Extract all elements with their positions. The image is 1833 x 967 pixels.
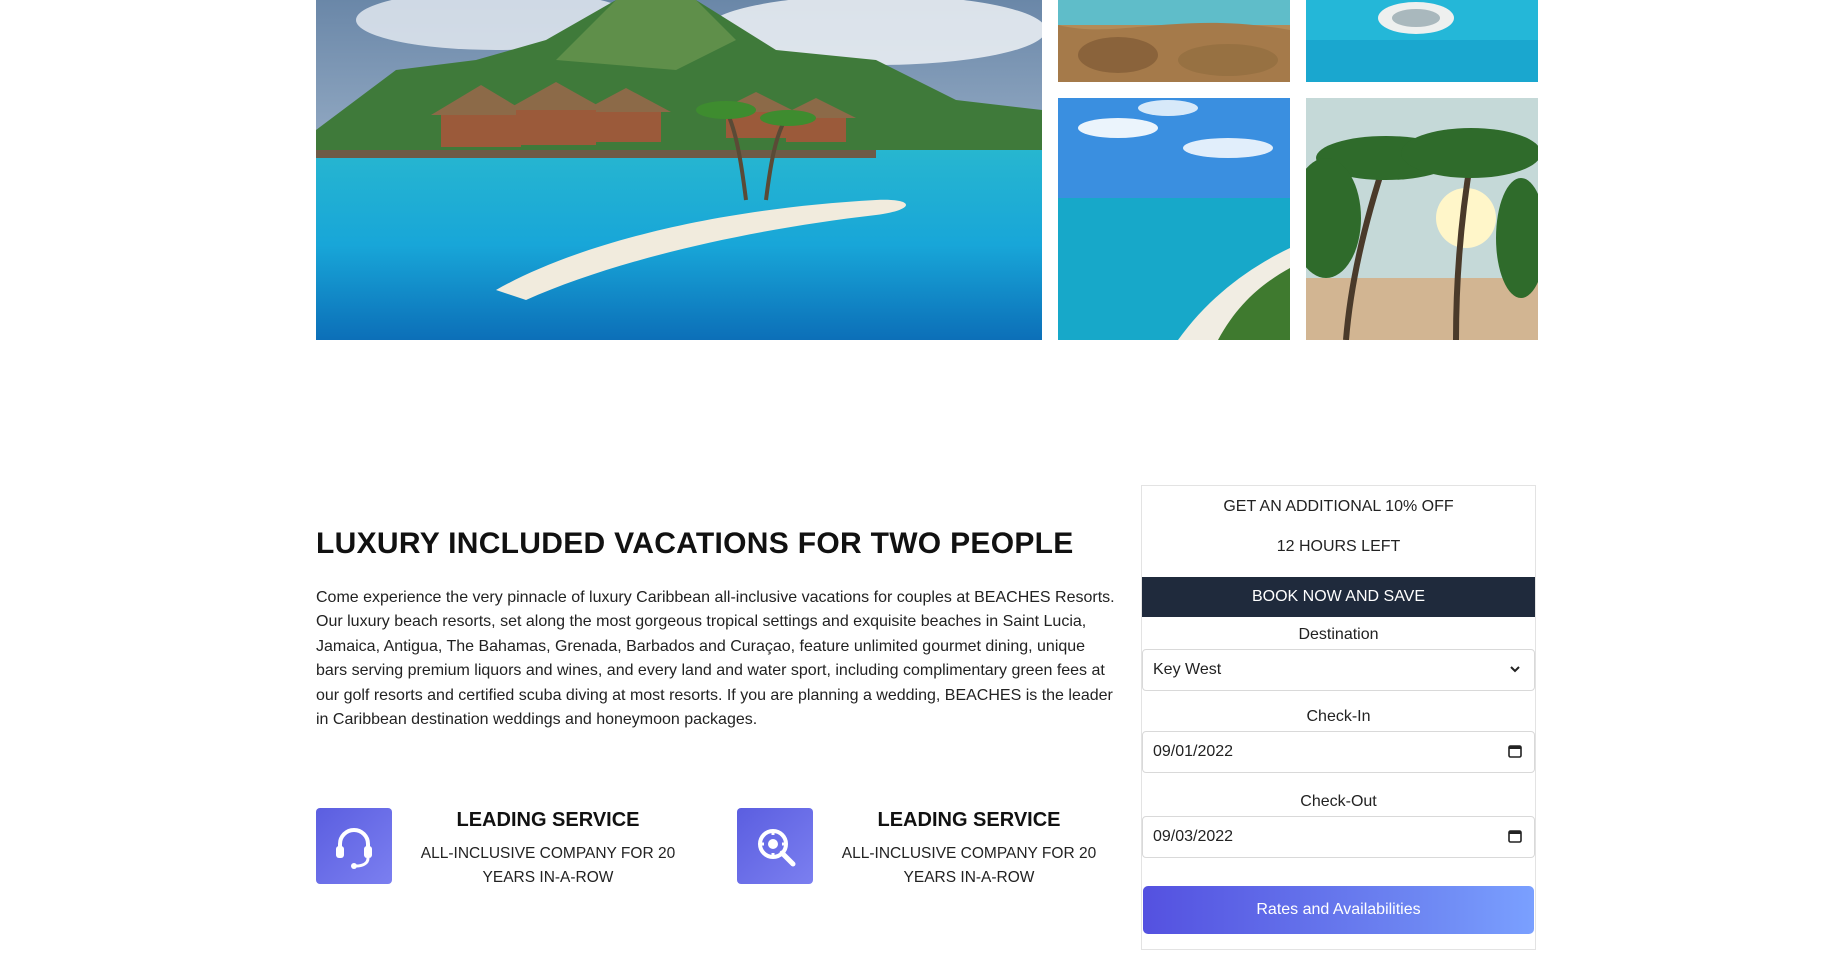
checkout-date-input[interactable]: 09/03/2022 [1142, 816, 1535, 858]
checkin-date-input[interactable]: 09/01/2022 [1142, 731, 1535, 773]
chevron-down-icon [1508, 662, 1522, 681]
feature-title: LEADING SERVICE [456, 809, 640, 831]
search-gear-icon [737, 808, 813, 884]
rates-availabilities-button[interactable]: Rates and Availabilities [1143, 886, 1534, 934]
checkin-value: 09/01/2022 [1153, 743, 1234, 760]
promo-text: GET AN ADDITIONAL 10% OFF [1223, 498, 1454, 515]
feature-description: ALL-INCLUSIVE COMPANY FOR 20 YEARS IN-A-… [841, 845, 1097, 886]
gallery-thumb-palm-sunset[interactable] [1306, 98, 1538, 340]
calendar-icon[interactable] [1508, 829, 1522, 848]
section-heading: LUXURY INCLUDED VACATIONS FOR TWO PEOPLE [316, 527, 1074, 560]
checkin-label: Check-In [1306, 708, 1371, 725]
countdown-text: 12 HOURS LEFT [1276, 538, 1401, 555]
destination-label: Destination [1298, 626, 1379, 643]
checkout-label: Check-Out [1300, 793, 1377, 810]
calendar-icon[interactable] [1508, 744, 1522, 763]
feature-description: ALL-INCLUSIVE COMPANY FOR 20 YEARS IN-A-… [420, 845, 676, 886]
intro-section: LUXURY INCLUDED VACATIONS FOR TWO PEOPLE… [316, 520, 1116, 732]
destination-select[interactable]: Key West [1142, 649, 1535, 691]
gallery-thumb-aerial-coast[interactable] [1058, 0, 1290, 82]
headset-icon [316, 808, 392, 884]
book-now-banner: BOOK NOW AND SAVE [1142, 577, 1535, 617]
feature-title: LEADING SERVICE [877, 809, 1061, 831]
gallery-thumb-aerial-resort[interactable] [1306, 0, 1538, 82]
checkout-value: 09/03/2022 [1153, 828, 1234, 845]
intro-paragraph: Come experience the very pinnacle of lux… [316, 589, 1115, 729]
destination-value: Key West [1153, 661, 1222, 678]
main-gallery-photo [316, 0, 1042, 340]
feature-leading-service-2: LEADING SERVICE ALL-INCLUSIVE COMPANY FO… [737, 808, 1096, 898]
booking-panel: GET AN ADDITIONAL 10% OFF 12 HOURS LEFT … [1141, 485, 1536, 950]
feature-leading-service: LEADING SERVICE ALL-INCLUSIVE COMPANY FO… [316, 808, 675, 898]
gallery-thumb-beach-coast[interactable] [1058, 98, 1290, 340]
